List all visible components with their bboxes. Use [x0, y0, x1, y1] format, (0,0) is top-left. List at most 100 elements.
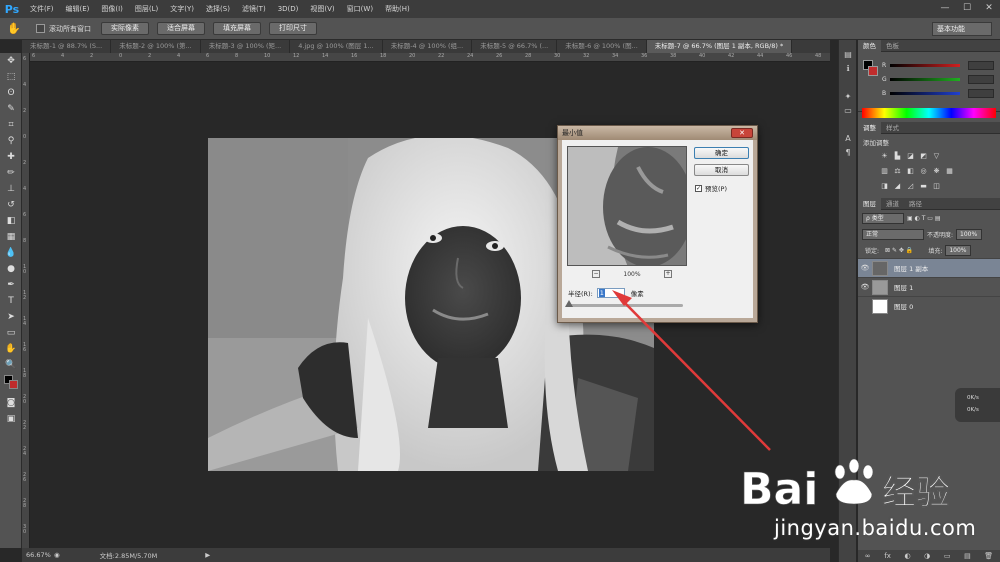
ok-button[interactable]: 确定 — [694, 147, 749, 159]
tab-channels[interactable]: 通道 — [881, 198, 904, 210]
print-size-button[interactable]: 打印尺寸 — [269, 22, 317, 35]
color-balance-icon[interactable]: ⚖ — [891, 167, 904, 178]
brightness-icon[interactable]: ☀ — [878, 152, 891, 163]
actual-pixels-button[interactable]: 实际像素 — [101, 22, 149, 35]
add-mask-icon[interactable]: ◐ — [904, 550, 910, 562]
hand-tool-icon-sidebar[interactable]: ✋ — [0, 341, 22, 357]
menu-item-image[interactable]: 图像(I) — [95, 0, 129, 18]
preview-zoom-in-button[interactable]: + — [664, 270, 672, 278]
tab-untitled-7[interactable]: 未标题-7 @ 66.7% (图层 1 副本, RGB/8) * — [646, 40, 793, 53]
menu-item-file[interactable]: 文件(F) — [24, 0, 60, 18]
lasso-tool-icon[interactable]: ʘ — [0, 85, 22, 101]
background-color-swatch[interactable] — [9, 380, 18, 389]
actions-panel-icon[interactable]: ▭ — [839, 104, 857, 118]
workspace-select[interactable]: 基本功能 — [932, 22, 992, 36]
layer-row[interactable]: 👁 图层 1 副本 — [858, 258, 1000, 277]
tab-untitled-3[interactable]: 未标题-3 @ 100% (矩... — [201, 40, 291, 53]
menu-item-help[interactable]: 帮助(H) — [379, 0, 416, 18]
vibrance-icon[interactable]: ▽ — [930, 152, 943, 163]
slider-g[interactable]: G — [882, 74, 996, 84]
preview-checkbox-row[interactable]: ✓ 预览(P) — [695, 183, 727, 193]
status-menu-arrow-icon[interactable]: ▶ — [205, 551, 210, 559]
eraser-tool-icon[interactable]: ◧ — [0, 213, 22, 229]
hue-saturation-icon[interactable]: ▥ — [878, 167, 891, 178]
pen-tool-icon[interactable]: ✒ — [0, 277, 22, 293]
radius-slider[interactable] — [568, 304, 683, 307]
gradient-tool-icon[interactable]: ▦ — [0, 229, 22, 245]
layer-kind-filter[interactable]: ρ 类型 — [862, 212, 904, 224]
menu-item-view[interactable]: 视图(V) — [304, 0, 340, 18]
menu-item-type[interactable]: 文字(Y) — [164, 0, 200, 18]
menu-item-edit[interactable]: 编辑(E) — [60, 0, 96, 18]
scroll-all-windows-checkbox[interactable] — [36, 24, 45, 33]
photo-filter-icon[interactable]: ◎ — [917, 167, 930, 178]
layer-row[interactable]: 👁 图层 1 — [858, 277, 1000, 296]
slider-g-bar[interactable] — [890, 77, 960, 81]
slider-b[interactable]: B — [882, 88, 996, 98]
slider-g-value[interactable] — [968, 74, 994, 84]
slider-r-value[interactable] — [968, 60, 994, 70]
slider-r-bar[interactable] — [890, 63, 960, 67]
blend-mode-select[interactable]: 正常 — [862, 228, 924, 240]
minimize-button[interactable]: — — [934, 0, 956, 16]
radius-slider-thumb[interactable] — [565, 300, 573, 307]
layer-style-icon[interactable]: fx — [884, 550, 891, 562]
exposure-icon[interactable]: ◩ — [917, 152, 930, 163]
eyedropper-tool-icon[interactable]: ⚲ — [0, 133, 22, 149]
tab-layers[interactable]: 图层 — [858, 197, 881, 210]
curves-icon[interactable]: ◪ — [904, 152, 917, 163]
eye-icon[interactable]: 👁 — [858, 283, 872, 291]
tab-untitled-2[interactable]: 未标题-2 @ 100% (第... — [111, 40, 201, 53]
tab-untitled-6[interactable]: 未标题-6 @ 100% (图... — [557, 40, 647, 53]
slider-b-bar[interactable] — [890, 91, 960, 95]
tab-styles[interactable]: 样式 — [881, 122, 904, 134]
tab-adjustments[interactable]: 调整 — [858, 121, 881, 134]
slider-r[interactable]: R — [882, 60, 996, 70]
history-panel-icon[interactable]: ▤ — [839, 48, 857, 62]
new-group-icon[interactable]: ▭ — [944, 550, 951, 562]
opacity-input[interactable]: 100% — [956, 228, 983, 240]
panel-background-swatch[interactable] — [868, 66, 878, 76]
hand-tool-icon[interactable]: ✋ — [0, 22, 28, 35]
tab-swatches[interactable]: 色板 — [881, 40, 904, 52]
threshold-icon[interactable]: ◿ — [904, 182, 917, 193]
black-white-icon[interactable]: ◧ — [904, 167, 917, 178]
clone-stamp-tool-icon[interactable]: ⊥ — [0, 181, 22, 197]
preview-checkbox[interactable]: ✓ — [695, 184, 702, 192]
tab-untitled-5[interactable]: 未标题-5 @ 66.7% (... — [472, 40, 558, 53]
type-tool-icon[interactable]: T — [0, 293, 22, 309]
link-layers-icon[interactable]: ∞ — [865, 550, 871, 562]
dodge-tool-icon[interactable]: ● — [0, 261, 22, 277]
marquee-tool-icon[interactable]: ⬚ — [0, 69, 22, 85]
channel-mixer-icon[interactable]: ❋ — [930, 167, 943, 178]
tab-4-jpg[interactable]: 4.jpg @ 100% (图层 1... — [290, 40, 383, 53]
fit-screen-button[interactable]: 适合屏幕 — [157, 22, 205, 35]
fill-input[interactable]: 100% — [945, 244, 972, 256]
brush-panel-icon[interactable]: ✦ — [839, 90, 857, 104]
path-select-tool-icon[interactable]: ➤ — [0, 309, 22, 325]
move-tool-icon[interactable]: ✥ — [0, 53, 22, 69]
gradient-map-icon[interactable]: ▬ — [917, 182, 930, 193]
blur-tool-icon[interactable]: 💧 — [0, 245, 22, 261]
shape-tool-icon[interactable]: ▭ — [0, 325, 22, 341]
posterize-icon[interactable]: ◢ — [891, 182, 904, 193]
filter-icons[interactable]: ▣ ◐ T ▭ ▤ — [907, 215, 941, 222]
preview-zoom-out-button[interactable]: − — [592, 270, 600, 278]
dialog-close-button[interactable]: ✕ — [731, 128, 753, 138]
brush-tool-icon[interactable]: ✏ — [0, 165, 22, 181]
tab-untitled-1[interactable]: 未标题-1 @ 88.7% (S... — [22, 40, 112, 53]
cancel-button[interactable]: 取消 — [694, 164, 749, 176]
color-lookup-icon[interactable]: ▦ — [943, 167, 956, 178]
menu-item-layer[interactable]: 图层(L) — [129, 0, 164, 18]
selective-color-icon[interactable]: ◫ — [930, 182, 943, 193]
radius-input[interactable]: 1 — [596, 288, 625, 298]
fill-screen-button[interactable]: 填充屏幕 — [213, 22, 261, 35]
tab-untitled-4[interactable]: 未标题-4 @ 100% (组... — [383, 40, 473, 53]
delete-layer-icon[interactable]: 🗑 — [984, 550, 993, 562]
tab-color[interactable]: 颜色 — [858, 39, 881, 52]
character-panel-icon[interactable]: A — [839, 132, 857, 146]
properties-panel-icon[interactable]: ℹ — [839, 62, 857, 76]
dialog-titlebar[interactable]: 最小值 — [558, 126, 757, 140]
invert-icon[interactable]: ◨ — [878, 182, 891, 193]
new-layer-icon[interactable]: ▤ — [964, 550, 971, 562]
